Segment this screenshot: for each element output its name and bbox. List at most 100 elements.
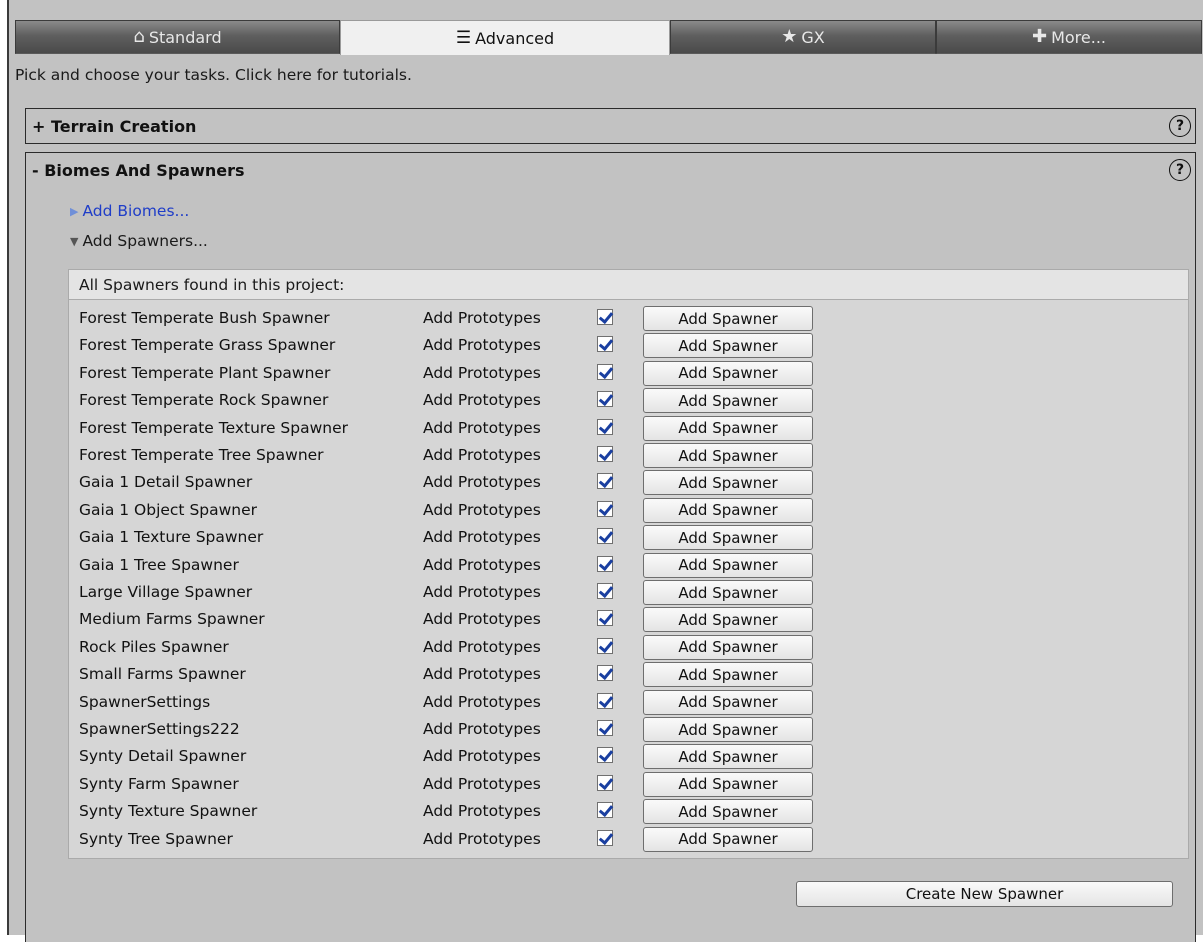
- add-prototypes-checkbox[interactable]: [597, 473, 613, 490]
- spawner-panel-title: All Spawners found in this project:: [69, 270, 1188, 300]
- help-icon[interactable]: ?: [1169, 159, 1191, 181]
- add-prototypes-checkbox[interactable]: [597, 309, 613, 325]
- table-row: Forest Temperate Rock Spawner Add Prototy…: [69, 388, 1188, 415]
- table-row: SpawnerSettings222 Add Prototypes Add Spaw…: [69, 717, 1188, 744]
- spawner-name: Gaia 1 Object Spawner: [79, 500, 258, 519]
- table-row: Forest Temperate Grass Spawner Add Protot…: [69, 333, 1188, 360]
- add-prototypes-label: Add Prototypes: [423, 829, 541, 848]
- biomes-and-spawners-header[interactable]: - Biomes And Spawners: [32, 161, 245, 180]
- spawner-name: Synty Farm Spawner: [79, 774, 239, 793]
- spawner-panel: All Spawners found in this project: Fore…: [68, 269, 1189, 859]
- add-biomes-foldout[interactable]: ▶ Add Biomes...: [70, 202, 189, 220]
- add-spawner-button[interactable]: Add Spawner: [643, 415, 813, 441]
- add-prototypes-label: Add Prototypes: [423, 802, 541, 821]
- tab-bar: ⌂ Standard ☰ Advanced ★ GX ✚ More...: [15, 20, 1202, 55]
- add-prototypes-label: Add Prototypes: [423, 418, 541, 437]
- add-spawner-button[interactable]: Add Spawner: [643, 634, 813, 660]
- add-spawner-button[interactable]: Add Spawner: [643, 388, 813, 414]
- add-spawner-button[interactable]: Add Spawner: [643, 580, 813, 605]
- add-spawners-label: Add Spawners...: [82, 232, 208, 250]
- create-new-spawner-button[interactable]: Create New Spawner: [796, 881, 1173, 907]
- add-prototypes-label: Add Prototypes: [423, 336, 541, 355]
- table-row: Rock Piles Spawner Add Prototypes Add Spaw…: [69, 634, 1188, 662]
- add-spawner-button[interactable]: Add Spawner: [643, 333, 813, 359]
- add-prototypes-checkbox[interactable]: [597, 720, 613, 736]
- table-row: Gaia 1 Tree Spawner Add Prototypes Add Spa…: [69, 552, 1188, 580]
- spawner-name: Forest Temperate Plant Spawner: [79, 363, 331, 382]
- spawner-name: Forest Temperate Grass Spawner: [79, 336, 336, 355]
- spawner-name: Medium Farms Spawner: [79, 610, 265, 629]
- spawner-name: SpawnerSettings222: [79, 720, 240, 738]
- table-row: Medium Farms Spawner Add Prototypes Add Sp…: [69, 607, 1188, 634]
- table-row: Synty Tree Spawner Add Prototypes Add Spaw…: [69, 826, 1188, 854]
- add-prototypes-checkbox[interactable]: [597, 446, 613, 462]
- add-spawner-button[interactable]: Add Spawner: [643, 771, 813, 797]
- section-terrain-creation: + Terrain Creation ?: [25, 108, 1196, 144]
- tab-standard[interactable]: ⌂ Standard: [15, 20, 340, 54]
- spawner-name: Small Farms Spawner: [79, 665, 246, 684]
- add-prototypes-checkbox[interactable]: [597, 637, 613, 654]
- triangle-down-icon: ▼: [70, 234, 79, 248]
- spawner-name: Gaia 1 Tree Spawner: [79, 555, 239, 574]
- add-biomes-label: Add Biomes...: [82, 202, 190, 220]
- add-prototypes-checkbox[interactable]: [597, 774, 613, 791]
- biomes-and-spawners-title: Biomes And Spawners: [44, 161, 245, 180]
- add-spawner-button[interactable]: Add Spawner: [643, 497, 813, 523]
- add-prototypes-label: Add Prototypes: [423, 583, 541, 601]
- add-spawner-button[interactable]: Add Spawner: [643, 525, 813, 551]
- add-prototypes-checkbox[interactable]: [597, 418, 613, 435]
- add-spawner-button[interactable]: Add Spawner: [643, 689, 813, 715]
- add-prototypes-checkbox[interactable]: [597, 747, 613, 764]
- add-prototypes-checkbox[interactable]: [597, 363, 613, 380]
- tab-standard-label: Standard: [148, 27, 222, 47]
- spawner-name: SpawnerSettings: [79, 692, 211, 711]
- add-prototypes-checkbox[interactable]: [597, 500, 613, 517]
- add-spawner-button[interactable]: Add Spawner: [643, 470, 813, 496]
- table-row: Synty Farm Spawner Add Prototypes Add Spaw…: [69, 771, 1188, 799]
- add-prototypes-checkbox[interactable]: [597, 391, 613, 408]
- terrain-creation-header[interactable]: + Terrain Creation: [32, 117, 196, 136]
- add-prototypes-checkbox[interactable]: [597, 583, 613, 599]
- add-prototypes-label: Add Prototypes: [423, 610, 541, 629]
- add-spawner-button[interactable]: Add Spawner: [643, 826, 813, 852]
- tab-advanced[interactable]: ☰ Advanced: [340, 20, 670, 55]
- add-prototypes-checkbox[interactable]: [597, 336, 613, 353]
- add-spawner-button[interactable]: Add Spawner: [643, 443, 813, 468]
- add-prototypes-checkbox[interactable]: [597, 829, 613, 846]
- add-spawner-button[interactable]: Add Spawner: [643, 607, 813, 633]
- add-prototypes-checkbox[interactable]: [597, 555, 613, 572]
- table-row: Small Farms Spawner Add Prototypes Add Spa…: [69, 662, 1188, 689]
- add-prototypes-checkbox[interactable]: [597, 665, 613, 682]
- add-prototypes-label: Add Prototypes: [423, 363, 541, 382]
- table-row: Forest Temperate Plant Spawner Add Protot…: [69, 360, 1188, 388]
- add-spawner-button[interactable]: Add Spawner: [643, 306, 813, 331]
- expand-toggle: +: [32, 117, 46, 136]
- help-icon[interactable]: ?: [1169, 115, 1191, 137]
- add-spawner-button[interactable]: Add Spawner: [643, 552, 813, 578]
- table-row: Forest Temperate Texture Spawner Add Prot…: [69, 415, 1188, 443]
- add-spawner-button[interactable]: Add Spawner: [643, 360, 813, 386]
- spawner-list: Forest Temperate Bush Spawner Add Prototy…: [69, 306, 1188, 858]
- add-prototypes-checkbox[interactable]: [597, 802, 613, 819]
- table-row: Gaia 1 Object Spawner Add Prototypes Add S…: [69, 497, 1188, 525]
- spawner-name: Forest Temperate Bush Spawner: [79, 309, 330, 327]
- add-spawner-button[interactable]: Add Spawner: [643, 799, 813, 825]
- spawner-name: Synty Texture Spawner: [79, 802, 258, 821]
- add-prototypes-label: Add Prototypes: [423, 665, 541, 684]
- tutorial-link[interactable]: Pick and choose your tasks. Click here f…: [15, 66, 412, 84]
- add-spawner-button[interactable]: Add Spawner: [643, 717, 813, 742]
- spawner-name: Rock Piles Spawner: [79, 637, 229, 656]
- add-spawner-button[interactable]: Add Spawner: [643, 744, 813, 770]
- plus-icon: ✚: [1031, 26, 1048, 47]
- spawner-name: Synty Tree Spawner: [79, 829, 233, 848]
- tab-gx[interactable]: ★ GX: [670, 20, 936, 54]
- terrain-creation-title: Terrain Creation: [50, 117, 197, 136]
- tab-more[interactable]: ✚ More...: [936, 20, 1202, 54]
- add-spawner-button[interactable]: Add Spawner: [643, 662, 813, 688]
- tab-gx-label: GX: [801, 27, 825, 47]
- add-prototypes-checkbox[interactable]: [597, 610, 613, 627]
- spawner-name: Synty Detail Spawner: [79, 747, 247, 766]
- add-prototypes-checkbox[interactable]: [597, 692, 613, 709]
- add-spawners-foldout[interactable]: ▼ Add Spawners...: [70, 232, 208, 250]
- add-prototypes-checkbox[interactable]: [597, 528, 613, 545]
